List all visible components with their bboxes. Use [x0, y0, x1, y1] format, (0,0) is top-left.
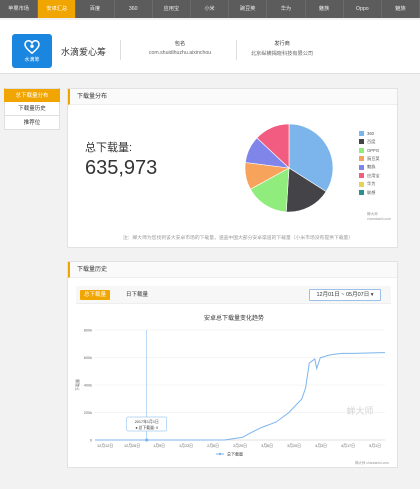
- nav-tab[interactable]: 应用宝: [153, 0, 191, 18]
- distribution-title: 下载量分布: [68, 89, 397, 105]
- series-legend-marker: [218, 452, 222, 456]
- developer-value: 北京纵横揭晓科技有限公司: [250, 51, 314, 57]
- app-logo: 水滴筹: [12, 34, 52, 68]
- x-tick-label: 2月20日: [233, 443, 247, 448]
- y-tick-label: 0: [90, 439, 92, 443]
- x-tick-label: 12月12日: [97, 443, 113, 448]
- legend-item[interactable]: 百度: [359, 138, 380, 147]
- nav-tab[interactable]: 魅族: [382, 0, 420, 18]
- legend-item[interactable]: 联想: [359, 189, 380, 198]
- nav-tab[interactable]: Oppo: [344, 0, 382, 18]
- nav-tab[interactable]: 苹果市场: [0, 0, 39, 18]
- tooltip-point[interactable]: [145, 438, 149, 442]
- developer-info: 发行商 北京纵横揭晓科技有限公司: [242, 40, 322, 57]
- chart-title: 安卓总下载量变化趋势: [204, 314, 264, 322]
- tab-total-downloads[interactable]: 总下载量: [80, 290, 111, 300]
- legend-label: 360: [367, 130, 374, 136]
- download-distribution-pie: [244, 123, 334, 213]
- legend-label: 魅族: [367, 164, 376, 170]
- history-subtabs: 总下载量 日下载量 12月01日 ~ 05月07日 ▾: [76, 286, 391, 304]
- watermark: 蝉大师: [346, 405, 373, 416]
- y-tick-label: 600k: [84, 356, 92, 360]
- legend-item[interactable]: 华为: [359, 180, 380, 189]
- sidebar-item[interactable]: 推荐位: [4, 116, 60, 130]
- nav-tab[interactable]: 魅族: [306, 0, 344, 18]
- chevron-down-icon: ▾: [370, 292, 374, 298]
- legend-swatch: [359, 164, 364, 170]
- package-info: 包名 com.shuidihuzhu.aixinchou: [130, 40, 230, 56]
- legend-item[interactable]: OPPO: [359, 146, 380, 155]
- package-value: com.shuidihuzhu.aixinchou: [148, 50, 212, 56]
- legend-item[interactable]: 豌豆荚: [359, 155, 380, 164]
- x-tick-label: 1月9日: [153, 443, 165, 448]
- divider: [236, 40, 237, 60]
- legend-label: OPPO: [367, 147, 380, 153]
- nav-tab[interactable]: 华为: [267, 0, 306, 18]
- x-tick-label: 3月20日: [287, 443, 301, 448]
- distribution-note: 注：蝉大师为您找到该大安卓市场的下载量，涵盖中国大部分安卓渠道的下载量（小米市场…: [122, 236, 354, 241]
- sidebar-item[interactable]: 下载量历史: [4, 102, 60, 116]
- download-trend-chart: 安卓总下载量变化趋势 800k 600k 400k 200k 0 下载量 12月12日 12月2…: [74, 314, 389, 465]
- legend-label: 联想: [367, 189, 376, 195]
- x-tick-label: 3月6日: [261, 443, 273, 448]
- chart-credit: 蝉大师 chandashi.com: [355, 460, 389, 465]
- heart-drop-icon: [24, 39, 40, 54]
- developer-label: 发行商: [274, 41, 290, 47]
- legend-swatch: [359, 173, 364, 179]
- x-tick-label: 1月23日: [179, 443, 193, 448]
- legend-label: 华为: [367, 181, 376, 187]
- x-tick-label: 5月1日: [369, 443, 381, 448]
- app-name: 水滴爱心筹: [61, 47, 107, 57]
- total-downloads-label: 总下载量:: [85, 142, 133, 154]
- legend-swatch: [359, 147, 364, 153]
- legend-item[interactable]: 魅族: [359, 163, 380, 172]
- nav-tab[interactable]: 安卓汇总: [38, 0, 77, 18]
- legend-label: 应用宝: [367, 172, 380, 178]
- series-legend-label[interactable]: 总下载量: [227, 451, 243, 457]
- y-tick-label: 200k: [84, 411, 92, 415]
- pie-legend: 360 百度 OPPO 豌豆荚魅族应用宝华为联想: [359, 129, 380, 197]
- y-tick-label: 800k: [84, 329, 92, 333]
- legend-swatch: [359, 190, 364, 196]
- legend-swatch: [359, 139, 364, 145]
- legend-swatch: [359, 130, 364, 136]
- package-label: 包名: [174, 41, 186, 47]
- legend-label: 百度: [367, 138, 376, 144]
- nav-tab[interactable]: 豌豆荚: [229, 0, 268, 18]
- total-downloads-value: 635,973: [85, 157, 158, 179]
- x-tick-label: 4月3日: [315, 443, 327, 448]
- y-tick-label: 400k: [84, 384, 92, 388]
- distribution-panel: 下载量分布 总下载量: 635,973 360 百度 OPPO 豌豆荚魅族应用宝华为联…: [67, 88, 398, 248]
- y-axis-label: 下载量: [74, 379, 80, 391]
- legend-swatch: [359, 156, 364, 162]
- tooltip-date: 2017年1月1日: [135, 419, 159, 424]
- logo-text: 水滴筹: [24, 56, 40, 63]
- x-tick-label: 2月6日: [207, 443, 219, 448]
- history-title: 下载量历史: [68, 262, 397, 278]
- nav-tab[interactable]: 百度: [76, 0, 115, 18]
- top-navigation: 苹果市场 安卓汇总 百度 360 应用宝 小米 豌豆荚 华为 魅族 Oppo 魅族: [0, 0, 420, 18]
- tooltip-value: ● 总下载量: 0: [135, 425, 158, 430]
- history-panel: 下载量历史 总下载量 日下载量 12月01日 ~ 05月07日 ▾ 安卓总下载量…: [67, 261, 398, 468]
- date-range-value: 12月01日 ~ 05月07日: [316, 292, 370, 298]
- legend-item[interactable]: 360: [359, 129, 380, 138]
- date-range-picker[interactable]: 12月01日 ~ 05月07日 ▾: [309, 289, 381, 301]
- legend-label: 豌豆荚: [367, 155, 380, 161]
- divider: [120, 40, 121, 60]
- sidebar: 总下载量分布 下载量历史 推荐位: [4, 88, 60, 130]
- chart-credit: 蝉大师 chandashi.com: [367, 212, 392, 221]
- x-tick-label: 4月17日: [341, 443, 355, 448]
- nav-tab[interactable]: 小米: [191, 0, 230, 18]
- legend-swatch: [359, 181, 364, 187]
- nav-tab[interactable]: 360: [115, 0, 153, 18]
- x-tick-label: 12月26日: [124, 443, 140, 448]
- legend-item[interactable]: 应用宝: [359, 172, 380, 181]
- tab-daily-downloads[interactable]: 日下载量: [122, 290, 152, 300]
- sidebar-item[interactable]: 总下载量分布: [4, 88, 60, 102]
